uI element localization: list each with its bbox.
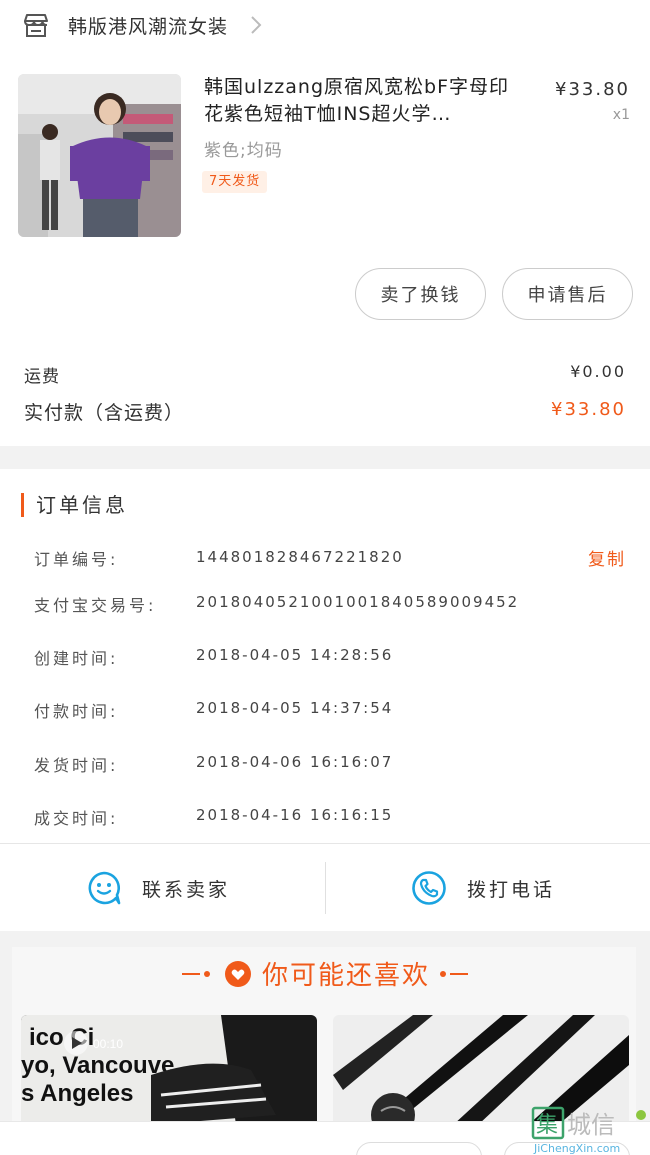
copy-button[interactable]: 复制 xyxy=(588,545,626,570)
product-quantity: x1 xyxy=(612,107,630,123)
sell-button[interactable]: 卖了换钱 xyxy=(355,268,486,320)
shop-header[interactable]: 韩版港风潮流女装 xyxy=(0,0,650,50)
alipay-trade-label: 支付宝交易号: xyxy=(34,596,157,615)
chat-icon xyxy=(88,871,121,905)
watermark-logo: 集 城信 JiChengXin.com xyxy=(531,1105,649,1155)
decor-dot xyxy=(203,970,210,977)
store-icon xyxy=(22,12,50,38)
recommended-item[interactable]: ico Ci yo, Vancouve s Angeles 00:10 xyxy=(21,1015,317,1125)
product-price: ¥33.80 xyxy=(555,79,630,100)
decor-line xyxy=(181,972,200,975)
total-label: 实付款（含运费） xyxy=(24,402,185,424)
paid-time-label: 付款时间: xyxy=(34,702,119,721)
product-title[interactable]: 韩国ulzzang原宿风宽松bF字母印花紫色短袖T恤INS超火学… xyxy=(204,74,524,128)
shop-name: 韩版港风潮流女装 xyxy=(68,15,229,38)
product-card[interactable]: 韩国ulzzang原宿风宽松bF字母印花紫色短袖T恤INS超火学… 紫色;均码 … xyxy=(0,50,650,264)
sneakers-image: ico Ci yo, Vancouve s Angeles 00:10 xyxy=(21,1015,317,1125)
decor-dot xyxy=(440,970,446,977)
total-value: ¥33.80 xyxy=(551,399,626,420)
call-button[interactable]: 拨打电话 xyxy=(411,844,555,932)
contact-seller-label: 联系卖家 xyxy=(142,878,231,901)
order-number-value: 144801828467221820 xyxy=(196,548,404,566)
recommendation-header: 你可能还喜欢 xyxy=(0,955,650,992)
paid-time-value: 2018-04-05 14:37:54 xyxy=(196,699,394,717)
svg-text:集: 集 xyxy=(536,1113,558,1138)
svg-text:城信: 城信 xyxy=(567,1111,615,1139)
chevron-right-icon xyxy=(248,14,264,36)
completed-time-label: 成交时间: xyxy=(34,809,119,828)
decor-line xyxy=(450,972,468,975)
call-label: 拨打电话 xyxy=(467,878,556,901)
shipping-value: ¥0.00 xyxy=(570,362,626,381)
contact-bar: 联系卖家 拨打电话 xyxy=(0,843,650,931)
shipped-time-label: 发货时间: xyxy=(34,756,119,775)
shipping-badge: 7天发货 xyxy=(202,171,268,193)
shipped-time-value: 2018-04-06 16:16:07 xyxy=(196,753,394,771)
divider xyxy=(325,862,326,914)
phone-icon xyxy=(412,871,446,905)
order-detail-page: 韩版港风潮流女装 韩国ulzzang原宿风宽松bF字母印花紫色短袖T恤INS超火… xyxy=(0,0,650,1155)
shipping-label: 运费 xyxy=(24,367,60,387)
product-sku: 紫色;均码 xyxy=(204,141,283,161)
recommendation-title: 你可能还喜欢 xyxy=(261,961,430,991)
heart-icon xyxy=(224,960,251,987)
order-info-title: 订单信息 xyxy=(21,493,128,517)
order-actions: 卖了换钱 申请售后 xyxy=(0,264,650,336)
fee-summary: 运费 ¥0.00 实付款（含运费） ¥33.80 xyxy=(0,336,650,446)
bottom-button[interactable] xyxy=(356,1142,482,1155)
completed-time-value: 2018-04-16 16:16:15 xyxy=(196,806,394,824)
product-image[interactable] xyxy=(18,74,181,237)
svg-text:JiChengXin.com: JiChengXin.com xyxy=(533,1142,620,1155)
created-time-label: 创建时间: xyxy=(34,649,119,668)
created-time-value: 2018-04-05 14:28:56 xyxy=(196,646,394,664)
svg-text:00:10: 00:10 xyxy=(93,1037,123,1051)
contact-seller-button[interactable]: 联系卖家 xyxy=(86,844,230,932)
order-number-label: 订单编号: xyxy=(34,550,119,569)
alipay-trade-value: 2018040521001001840589009452 xyxy=(196,593,520,611)
svg-text:s Angeles: s Angeles xyxy=(21,1080,134,1107)
order-info: 订单信息 订单编号: 144801828467221820 复制 支付宝交易号:… xyxy=(0,469,650,843)
after-sale-button[interactable]: 申请售后 xyxy=(502,268,633,320)
